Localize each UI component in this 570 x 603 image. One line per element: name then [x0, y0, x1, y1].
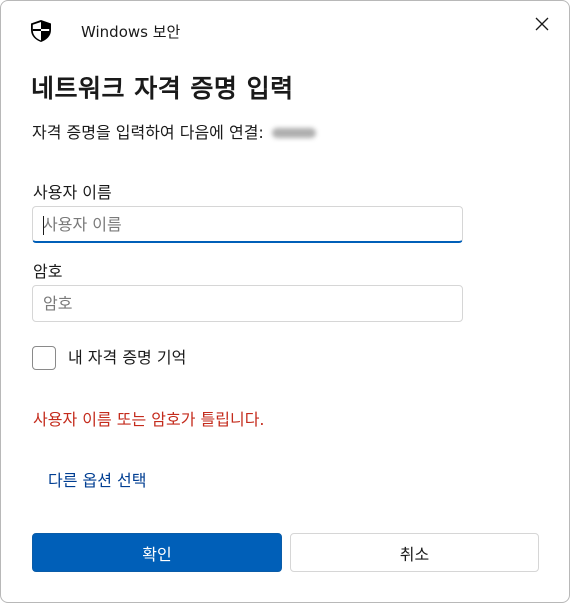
- credential-dialog: Windows 보안 네트워크 자격 증명 입력 자격 증명을 입력하여 다음에…: [0, 0, 570, 603]
- dialog-subtitle: 자격 증명을 입력하여 다음에 연결:: [32, 122, 316, 144]
- username-label: 사용자 이름: [33, 183, 112, 202]
- username-input[interactable]: [33, 207, 462, 241]
- close-icon: [535, 17, 549, 31]
- password-input[interactable]: [33, 286, 462, 321]
- username-field-container: [32, 206, 463, 243]
- password-label: 암호: [33, 262, 63, 281]
- password-field-container: [32, 285, 463, 322]
- cancel-button[interactable]: 취소: [290, 533, 539, 572]
- remember-credentials-checkbox[interactable]: [32, 346, 56, 370]
- shield-icon: [31, 20, 51, 42]
- error-message: 사용자 이름 또는 암호가 틀립니다.: [33, 410, 265, 429]
- close-button[interactable]: [529, 11, 555, 37]
- app-title: Windows 보안: [81, 23, 181, 41]
- subtitle-text: 자격 증명을 입력하여 다음에 연결:: [32, 123, 264, 142]
- text-caret: [43, 216, 44, 235]
- title-bar: Windows 보안: [1, 1, 569, 57]
- dialog-heading: 네트워크 자격 증명 입력: [31, 74, 294, 103]
- remember-credentials-row: 내 자격 증명 기억: [32, 346, 186, 370]
- redacted-host-name: [271, 128, 316, 138]
- ok-button[interactable]: 확인: [32, 533, 282, 572]
- remember-credentials-label[interactable]: 내 자격 증명 기억: [68, 347, 186, 369]
- more-options-link[interactable]: 다른 옵션 선택: [48, 470, 147, 492]
